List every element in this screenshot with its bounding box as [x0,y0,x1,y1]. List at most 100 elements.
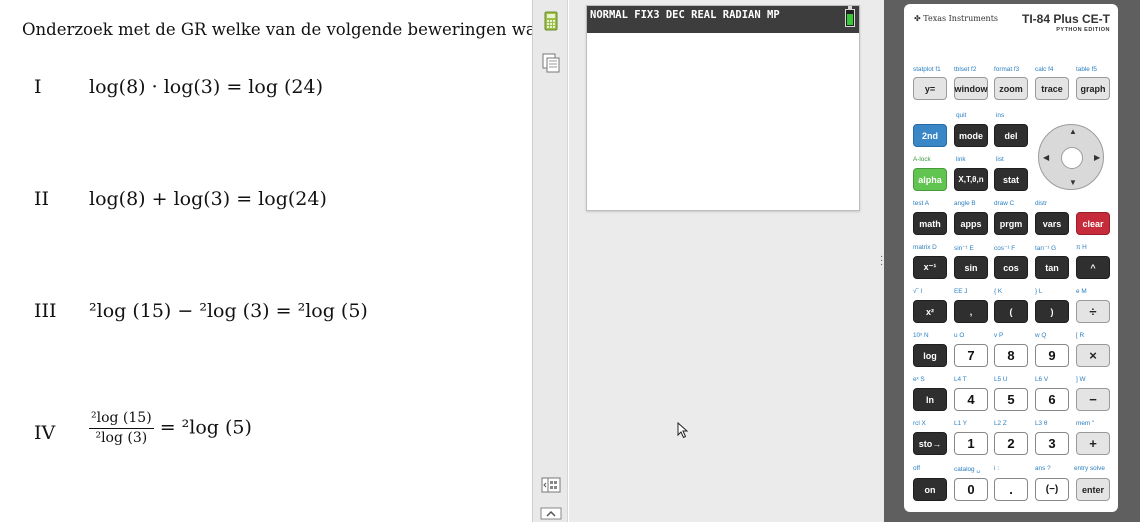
arrow-keypad-center [1061,147,1083,169]
sublabel: statplot f1 [913,66,941,73]
key-on[interactable]: on [913,478,947,501]
sublabel: } L [1035,288,1043,295]
sublabel: format f3 [994,66,1020,73]
key-left-paren[interactable]: ( [994,300,1028,323]
sublabel: v P [994,332,1004,339]
sublabel: angle B [954,200,976,207]
sublabel: rcl X [913,420,926,427]
key-minus[interactable]: − [1076,388,1110,411]
key-clear[interactable]: clear [1076,212,1110,235]
key-decimal[interactable]: . [994,478,1028,501]
sublabel: eˣ S [913,376,925,383]
key-graph[interactable]: graph [1076,77,1110,100]
key-x-inverse[interactable]: x⁻¹ [913,256,947,279]
key-plus[interactable]: + [1076,432,1110,455]
calculator-screen[interactable]: NORMAL FIX3 DEC REAL RADIAN MP [586,5,860,211]
key-2[interactable]: 2 [994,432,1028,455]
key-ln[interactable]: ln [913,388,947,411]
statement-number: I [34,76,42,98]
down-arrow-icon[interactable]: ▼ [1069,178,1077,187]
emulator-toolbar [532,0,568,522]
statement-expression: log(8) + log(3) = log(24) [89,188,327,210]
sublabel: { K [994,288,1003,295]
brand-label: ✤ Texas Instruments [914,14,999,23]
collapse-arrow-icon[interactable] [540,506,562,522]
sublabel: distr [1035,200,1048,207]
key-sto[interactable]: sto→ [913,432,947,455]
model-name: TI-84 Plus CE-T [1021,12,1110,26]
sublabel: 10ˣ N [913,332,929,339]
key-x-squared[interactable]: x² [913,300,947,323]
key-5[interactable]: 5 [994,388,1028,411]
sublabel: π H [1076,244,1087,251]
sublabel: w Q [1035,332,1047,339]
key-3[interactable]: 3 [1035,432,1069,455]
key-zoom[interactable]: zoom [994,77,1028,100]
key-vars[interactable]: vars [1035,212,1069,235]
up-arrow-icon[interactable]: ▲ [1069,127,1077,136]
key-1[interactable]: 1 [954,432,988,455]
model-label: TI-84 Plus CE-T PYTHON EDITION [1022,10,1110,33]
sublabel: i : [994,465,999,472]
key-caret[interactable]: ^ [1076,256,1110,279]
key-2nd[interactable]: 2nd [913,124,947,147]
key-log[interactable]: log [913,344,947,367]
sublabel: √‾ I [913,288,923,295]
key-4[interactable]: 4 [954,388,988,411]
sublabel: A-lock [913,156,931,163]
key-9[interactable]: 9 [1035,344,1069,367]
screen-status-bar: NORMAL FIX3 DEC REAL RADIAN MP [587,6,859,33]
key-enter[interactable]: enter [1076,478,1110,501]
key-cos[interactable]: cos [994,256,1028,279]
calculator-icon[interactable] [540,10,562,32]
key-divide[interactable]: ÷ [1076,300,1110,323]
key-6[interactable]: 6 [1035,388,1069,411]
sublabel: calc f4 [1035,66,1054,73]
sublabel: [ R [1076,332,1085,339]
sublabel: L3 θ [1035,420,1048,427]
key-mode[interactable]: mode [954,124,988,147]
copy-screen-icon[interactable] [540,52,562,74]
key-prgm[interactable]: prgm [994,212,1028,235]
key-tan[interactable]: tan [1035,256,1069,279]
key-multiply[interactable]: × [1076,344,1110,367]
sublabel: tblset f2 [954,66,977,73]
statement-number: III [34,300,57,322]
key-apps[interactable]: apps [954,212,988,235]
status-text: NORMAL FIX3 DEC REAL RADIAN MP [590,9,780,21]
calculator-body: ✤ Texas Instruments TI-84 Plus CE-T PYTH… [904,4,1118,512]
key-negative[interactable]: (−) [1035,478,1069,501]
arrow-keypad[interactable]: ▲ ▼ ◀ ▶ [1038,124,1104,190]
statement-expression: log(8) · log(3) = log (24) [89,76,324,98]
mouse-cursor-icon [677,421,689,444]
key-right-paren[interactable]: ) [1035,300,1069,323]
worksheet-intro: Onderzoek met de GR welke van de volgend… [22,20,532,39]
sublabel: entry solve [1074,465,1105,472]
key-8[interactable]: 8 [994,344,1028,367]
layout-toggle-icon[interactable] [540,474,562,496]
key-alpha[interactable]: alpha [913,168,947,191]
key-xt-theta-n[interactable]: X,T,θ,n [954,168,988,191]
key-y-equals[interactable]: y= [913,77,947,100]
key-7[interactable]: 7 [954,344,988,367]
model-edition: PYTHON EDITION [1056,27,1110,33]
sublabel: e M [1076,288,1087,295]
sublabel: u O [954,332,965,339]
key-trace[interactable]: trace [1035,77,1069,100]
key-math[interactable]: math [913,212,947,235]
statement-expression: ²log (15) − ²log (3) = ²log (5) [89,300,368,322]
sublabel: ] W [1076,376,1086,383]
sublabel: L4 T [954,376,967,383]
key-0[interactable]: 0 [954,478,988,501]
statement-number: IV [34,422,56,444]
key-window[interactable]: window [954,77,988,100]
sublabel: L5 U [994,376,1008,383]
key-comma[interactable]: , [954,300,988,323]
left-arrow-icon[interactable]: ◀ [1043,153,1049,162]
battery-level [847,14,853,25]
key-stat[interactable]: stat [994,168,1028,191]
sublabel: table f5 [1076,66,1097,73]
key-del[interactable]: del [994,124,1028,147]
right-arrow-icon[interactable]: ▶ [1094,153,1100,162]
key-sin[interactable]: sin [954,256,988,279]
